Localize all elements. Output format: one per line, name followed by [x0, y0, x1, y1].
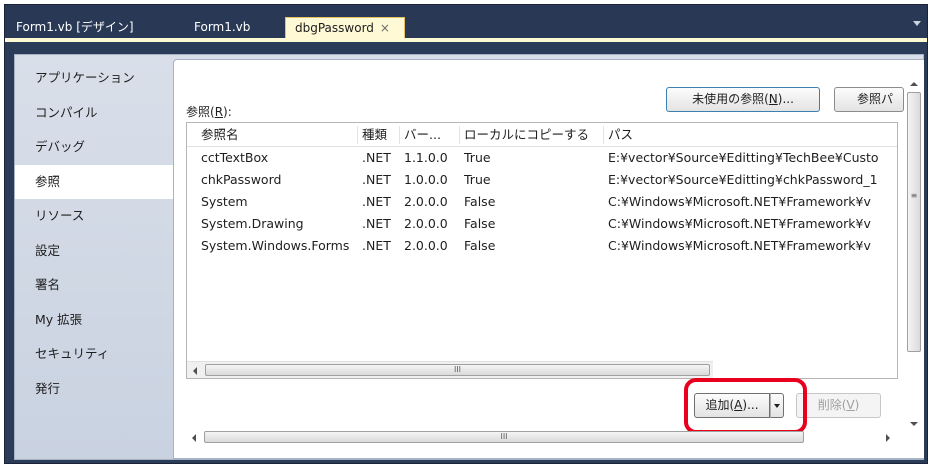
close-icon[interactable]: ×: [380, 18, 390, 39]
unused-references-label-prefix: 未使用の参照(: [692, 92, 769, 106]
reference-paths-button[interactable]: 参照パ: [834, 87, 904, 112]
page-horizontal-scrollbar[interactable]: III: [186, 429, 898, 446]
cell-name: System.Drawing: [201, 216, 304, 231]
column-header-copy-local[interactable]: ローカルにコピーする: [464, 123, 604, 147]
references-label: 参照(R):: [186, 103, 232, 120]
list-horizontal-scrollbar[interactable]: III: [187, 361, 713, 378]
references-label-suffix: ):: [223, 105, 232, 119]
cell-type: .NET: [362, 150, 391, 165]
remove-reference-label-prefix: 削除(: [817, 398, 847, 412]
cell-copy-local: True: [464, 150, 491, 165]
project-designer: アプリケーション コンパイル デバッグ 参照 リソース 設定 署名 My 拡張 …: [14, 54, 924, 460]
references-page: 未使用の参照(N)... 参照パ 参照(R): 参照名 種類 バー... ローカ…: [173, 59, 924, 459]
cell-path: C:¥Windows¥Microsoft.NET¥Framework¥v: [608, 238, 871, 253]
references-label-access-key: R: [214, 105, 224, 119]
scrollbar-thumb[interactable]: III: [204, 431, 804, 443]
table-row[interactable]: cctTextBox .NET 1.1.0.0 True E:¥vector¥S…: [187, 147, 897, 169]
cell-version: 2.0.0.0: [404, 238, 448, 253]
column-separator[interactable]: [357, 126, 358, 144]
page-vertical-scrollbar[interactable]: ≡: [906, 80, 922, 428]
cell-type: .NET: [362, 238, 391, 253]
unused-references-label-suffix: )...: [777, 92, 794, 106]
nav-item-compile[interactable]: コンパイル: [15, 96, 173, 131]
column-header-type[interactable]: 種類: [362, 123, 397, 147]
cell-copy-local: False: [464, 238, 496, 253]
list-header: 参照名 種類 バー... ローカルにコピーする パス: [187, 123, 897, 147]
cell-type: .NET: [362, 216, 391, 231]
chevron-up-icon[interactable]: [910, 82, 918, 86]
nav-item-debug[interactable]: デバッグ: [15, 130, 173, 165]
cell-version: 2.0.0.0: [404, 216, 448, 231]
column-header-name[interactable]: 参照名: [201, 123, 361, 147]
tab-dbgpassword[interactable]: dbgPassword ×: [285, 17, 405, 38]
scrollbar-thumb[interactable]: III: [205, 364, 710, 376]
nav-item-security[interactable]: セキュリティ: [15, 337, 173, 372]
column-header-path[interactable]: パス: [608, 123, 897, 147]
unused-references-button[interactable]: 未使用の参照(N)...: [666, 87, 820, 112]
column-separator[interactable]: [399, 126, 400, 144]
table-row[interactable]: System.Drawing .NET 2.0.0.0 False C:¥Win…: [187, 213, 897, 235]
designer-nav: アプリケーション コンパイル デバッグ 参照 リソース 設定 署名 My 拡張 …: [15, 61, 174, 407]
cell-name: System.Windows.Forms: [201, 238, 350, 253]
nav-item-application[interactable]: アプリケーション: [15, 61, 173, 96]
tab-form1-code[interactable]: Form1.vb: [185, 17, 269, 38]
active-tab-underline: [5, 38, 927, 42]
chevron-down-icon[interactable]: [910, 422, 918, 426]
column-header-version[interactable]: バー...: [404, 123, 464, 147]
remove-reference-button[interactable]: 削除(V): [796, 393, 881, 418]
nav-item-resources[interactable]: リソース: [15, 199, 173, 234]
references-label-prefix: 参照(: [186, 105, 215, 119]
cell-version: 1.0.0.0: [404, 172, 448, 187]
ide-window: Form1.vb [デザイン] Form1.vb dbgPassword × アプ…: [4, 4, 928, 464]
cell-path: E:¥vector¥Source¥Editting¥chkPassword_1: [608, 172, 878, 187]
cell-name: chkPassword: [201, 172, 282, 187]
cell-type: .NET: [362, 172, 391, 187]
table-row[interactable]: chkPassword .NET 1.0.0.0 True E:¥vector¥…: [187, 169, 897, 191]
chevron-left-icon[interactable]: [193, 367, 197, 375]
tab-dbgpassword-label: dbgPassword: [295, 21, 374, 35]
cell-path: E:¥vector¥Source¥Editting¥TechBee¥Custo: [608, 150, 879, 165]
cell-name: System: [201, 194, 248, 209]
document-tab-strip: Form1.vb [デザイン] Form1.vb dbgPassword ×: [5, 5, 927, 38]
references-list[interactable]: 参照名 種類 バー... ローカルにコピーする パス cctTextBox .N…: [186, 122, 898, 379]
cell-version: 1.1.0.0: [404, 150, 448, 165]
unused-references-access-key: N: [768, 92, 778, 106]
tab-form1-design[interactable]: Form1.vb [デザイン]: [7, 17, 165, 38]
table-row[interactable]: System.Windows.Forms .NET 2.0.0.0 False …: [187, 235, 897, 257]
scrollbar-thumb[interactable]: ≡: [907, 92, 921, 352]
nav-item-settings[interactable]: 設定: [15, 234, 173, 269]
cell-path: C:¥Windows¥Microsoft.NET¥Framework¥v: [608, 194, 871, 209]
nav-item-references[interactable]: 参照: [15, 164, 174, 199]
remove-reference-label-suffix: ): [854, 398, 860, 412]
chevron-down-icon[interactable]: [913, 21, 921, 26]
table-row[interactable]: System .NET 2.0.0.0 False C:¥Windows¥Mic…: [187, 191, 897, 213]
column-separator[interactable]: [603, 126, 604, 144]
chevron-right-icon[interactable]: [886, 434, 890, 442]
cell-copy-local: False: [464, 194, 496, 209]
column-separator[interactable]: [459, 126, 460, 144]
remove-reference-access-key: V: [846, 398, 855, 412]
nav-item-signing[interactable]: 署名: [15, 268, 173, 303]
chevron-left-icon[interactable]: [192, 434, 196, 442]
cell-version: 2.0.0.0: [404, 194, 448, 209]
cell-type: .NET: [362, 194, 391, 209]
cell-copy-local: False: [464, 216, 496, 231]
cell-path: C:¥Windows¥Microsoft.NET¥Framework¥v: [608, 216, 871, 231]
cell-copy-local: True: [464, 172, 491, 187]
cell-name: cctTextBox: [201, 150, 269, 165]
highlight-annotation: [684, 378, 807, 434]
nav-item-my-extensions[interactable]: My 拡張: [15, 303, 173, 338]
nav-item-publish[interactable]: 発行: [15, 372, 173, 407]
